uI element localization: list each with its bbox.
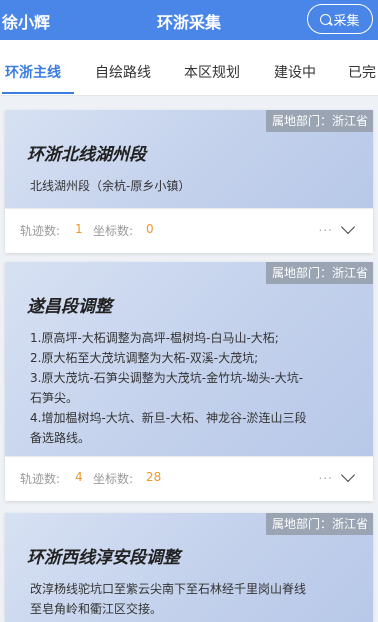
more-icon[interactable]: ... <box>319 468 333 482</box>
card-hero: 属地部门：浙江省 环浙西线淳安段调整 改淳杨线驼坑口至紫云尖南下至石林经千里岗山… <box>5 513 373 622</box>
card-description: 北线湖州段（余杭-原乡小镇） <box>30 176 361 196</box>
card-footer: 轨迹数: 4 坐标数: 28 ... <box>5 456 373 501</box>
tab-under-construction[interactable]: 建设中 <box>274 62 316 82</box>
desc-line: 2.原大柘至大茂坑调整为大柘-双溪-大茂坑; <box>30 351 259 365</box>
tab-bar: 环浙主线 自绘路线 本区规划 建设中 已完 <box>0 40 378 96</box>
app-header: 徐小辉 环浙采集 采集 <box>0 0 378 40</box>
desc-line: 北线湖州段（余杭-原乡小镇） <box>30 179 191 193</box>
tab-local-planning[interactable]: 本区规划 <box>184 62 240 82</box>
desc-line: 改淳杨线驼坑口至紫云尖南下至石林经千里岗山脊线 <box>30 582 307 596</box>
coord-count-label: 坐标数: <box>93 224 134 238</box>
card-description: 改淳杨线驼坑口至紫云尖南下至石林经千里岗山脊线 至皂角岭和衢江区交接。 <box>30 579 361 619</box>
tab-main-line[interactable]: 环浙主线 <box>5 62 61 82</box>
tab-completed[interactable]: 已完 <box>348 62 376 82</box>
desc-line: 石笋尖。 <box>30 391 79 405</box>
card-description: 1.原高坪-大柘调整为高坪-榅树坞-白马山-大柘; 2.原大柘至大茂坑调整为大柘… <box>30 328 361 448</box>
coord-count: 0 <box>146 222 154 236</box>
collect-button-label: 采集 <box>333 13 360 29</box>
route-card[interactable]: 属地部门：浙江省 环浙北线湖州段 北线湖州段（余杭-原乡小镇） 轨迹数: 1 坐… <box>5 110 373 253</box>
track-count-label: 轨迹数: <box>20 224 61 238</box>
route-card[interactable]: 属地部门：浙江省 环浙西线淳安段调整 改淳杨线驼坑口至紫云尖南下至石林经千里岗山… <box>5 513 373 622</box>
route-card[interactable]: 属地部门：浙江省 遂昌段调整 1.原高坪-大柘调整为高坪-榅树坞-白马山-大柘;… <box>5 262 373 501</box>
track-count-label: 轨迹数: <box>20 472 61 486</box>
desc-line: 4.增加榅树坞-大坑、新旦-大柘、神龙谷-淤连山三段 <box>30 411 307 425</box>
desc-line: 3.原大茂坑-石笋尖调整为大茂坑-金竹坑-坳头-大坑- <box>30 371 304 385</box>
desc-line: 备选路线。 <box>30 431 91 445</box>
card-title: 环浙北线湖州段 <box>27 145 146 165</box>
coord-count: 28 <box>146 470 162 484</box>
card-title: 遂昌段调整 <box>27 297 112 317</box>
track-count: 4 <box>75 470 83 484</box>
track-count: 1 <box>75 222 83 236</box>
card-title: 环浙西线淳安段调整 <box>27 548 180 568</box>
card-hero: 属地部门：浙江省 遂昌段调整 1.原高坪-大柘调整为高坪-榅树坞-白马山-大柘;… <box>5 262 373 457</box>
desc-line: 至皂角岭和衢江区交接。 <box>30 602 163 616</box>
tab-self-drawn[interactable]: 自绘路线 <box>95 62 151 82</box>
chevron-down-icon[interactable] <box>340 467 356 483</box>
search-icon <box>320 13 332 25</box>
collect-button[interactable]: 采集 <box>307 4 373 34</box>
dept-badge: 属地部门：浙江省 <box>265 513 373 535</box>
card-hero: 属地部门：浙江省 环浙北线湖州段 北线湖州段（余杭-原乡小镇） <box>5 110 373 208</box>
coord-count-label: 坐标数: <box>93 472 134 486</box>
active-tab-indicator <box>2 92 74 94</box>
card-footer: 轨迹数: 1 坐标数: 0 ... <box>5 208 373 253</box>
dept-badge: 属地部门：浙江省 <box>265 262 373 284</box>
more-icon[interactable]: ... <box>319 220 333 234</box>
chevron-down-icon[interactable] <box>340 219 356 235</box>
dept-badge: 属地部门：浙江省 <box>265 110 373 132</box>
desc-line: 1.原高坪-大柘调整为高坪-榅树坞-白马山-大柘; <box>30 331 279 345</box>
